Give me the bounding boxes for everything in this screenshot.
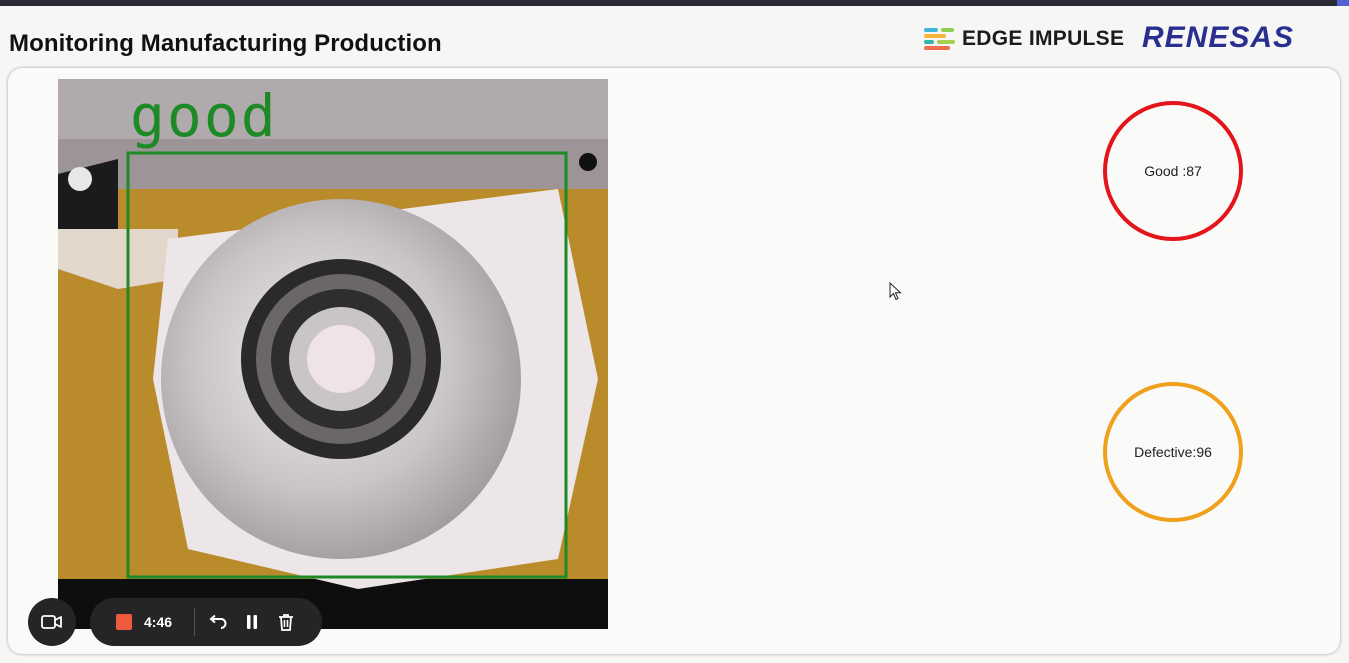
recording-time: 4:46 — [144, 614, 173, 630]
mouse-pointer-icon — [889, 282, 902, 301]
top-bar-accent — [1337, 0, 1349, 6]
defective-counter: Defective:96 — [1103, 382, 1243, 522]
good-counter-label: Good :87 — [1144, 163, 1202, 179]
good-counter: Good :87 — [1103, 101, 1243, 241]
trash-icon — [279, 614, 293, 631]
stop-recording-button[interactable] — [116, 614, 132, 630]
recording-divider — [194, 608, 195, 636]
window-top-bar — [0, 0, 1349, 6]
edge-impulse-logo-icon — [924, 27, 956, 51]
delete-recording-button[interactable] — [275, 611, 297, 633]
pause-icon — [247, 615, 257, 629]
undo-icon — [209, 615, 227, 629]
video-camera-icon — [41, 615, 62, 629]
recording-controls: 4:46 — [90, 598, 322, 646]
camera-toggle-button[interactable] — [28, 598, 76, 646]
defective-counter-label: Defective:96 — [1134, 444, 1212, 460]
page-title: Monitoring Manufacturing Production — [9, 30, 442, 57]
camera-frame-image — [58, 79, 608, 629]
renesas-logo: RENESAS — [1142, 21, 1295, 54]
edge-impulse-logo-text: EDGE IMPULSE — [962, 27, 1125, 50]
camera-feed: good — [58, 79, 608, 629]
edge-impulse-logo: EDGE IMPULSE — [924, 26, 1124, 52]
detection-label: good — [130, 82, 278, 150]
pause-button[interactable] — [241, 611, 263, 633]
undo-button[interactable] — [207, 611, 229, 633]
